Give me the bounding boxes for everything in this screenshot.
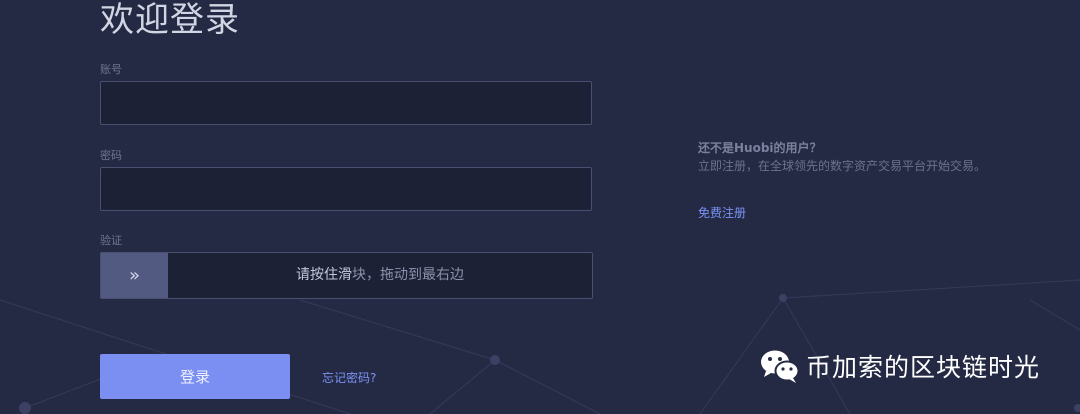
watermark: 币加索的区块链时光 (760, 348, 1040, 384)
account-input[interactable] (100, 81, 592, 125)
slider-handle[interactable]: » (101, 253, 168, 298)
verify-label: 验证 (100, 234, 122, 247)
password-label: 密码 (100, 149, 122, 162)
forgot-password-link[interactable]: 忘记密码? (322, 369, 376, 386)
free-register-link[interactable]: 免费注册 (698, 204, 746, 221)
register-promo-title: 还不是Huobi的用户？ (698, 141, 822, 155)
password-input[interactable] (100, 167, 592, 211)
slider-captcha[interactable]: » 请按住滑块，拖动到最右边 (100, 252, 593, 299)
watermark-text: 币加索的区块链时光 (806, 353, 1041, 382)
login-button[interactable]: 登录 (100, 354, 290, 399)
slider-instruction-highlight: 请按住滑 (296, 267, 352, 283)
wechat-icon (761, 350, 800, 383)
page-title: 欢迎登录 (100, 0, 240, 40)
account-label: 账号 (100, 63, 122, 76)
slider-instruction-rest: 块，拖动到最右边 (352, 267, 464, 283)
double-chevron-right-icon: » (128, 265, 140, 286)
slider-instruction: 请按住滑块，拖动到最右边 (168, 253, 592, 298)
register-promo-description: 立即注册，在全球领先的数字资产交易平台开始交易。 (698, 159, 987, 173)
